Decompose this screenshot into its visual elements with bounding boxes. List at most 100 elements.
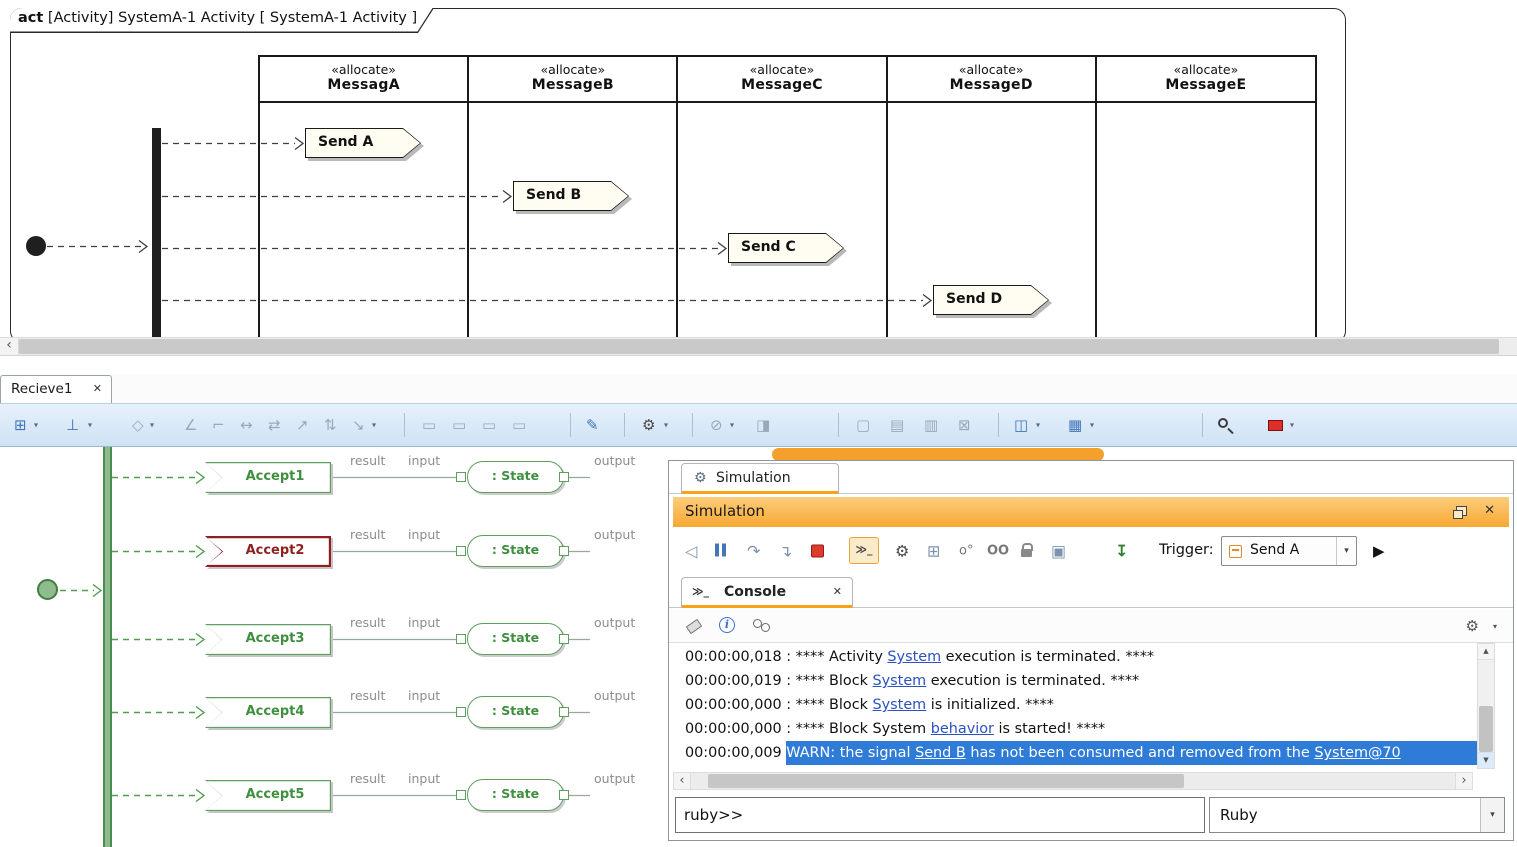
step-back-icon[interactable]: ◁ bbox=[685, 542, 697, 561]
path-direction-icon[interactable]: ↗ bbox=[296, 416, 309, 434]
delete-icon[interactable]: ⊠ bbox=[958, 416, 971, 434]
refresh-icon[interactable]: ◨ bbox=[756, 416, 770, 434]
send-signal-action-a[interactable]: Send A bbox=[305, 128, 421, 158]
accept-event-action-2[interactable]: Accept2 bbox=[205, 536, 331, 567]
align-center-icon[interactable]: ▭ bbox=[452, 416, 466, 434]
clipboard-icon[interactable]: ▤ bbox=[890, 416, 904, 434]
link-system[interactable]: System bbox=[887, 649, 941, 665]
paste-special-icon[interactable]: ▥ bbox=[924, 416, 938, 434]
input-pin[interactable] bbox=[456, 707, 466, 717]
dropdown-caret-icon[interactable]: ▾ bbox=[1090, 421, 1094, 430]
route-options-icon[interactable]: ↘ bbox=[352, 416, 365, 434]
pause-icon[interactable] bbox=[715, 542, 729, 561]
tab-recieve1[interactable]: Recieve1 ✕ bbox=[0, 375, 112, 403]
link-system[interactable]: System bbox=[873, 673, 927, 689]
filter-icon[interactable] bbox=[753, 619, 773, 633]
input-pin[interactable] bbox=[456, 790, 466, 800]
stop-icon[interactable] bbox=[811, 545, 824, 558]
accept-event-action-1[interactable]: Accept1 bbox=[205, 462, 331, 493]
console-output[interactable]: 00:00:00,018 : **** Activity System exec… bbox=[671, 643, 1478, 769]
scroll-left-button[interactable]: ‹ bbox=[674, 773, 691, 789]
float-window-icon[interactable] bbox=[1456, 506, 1467, 516]
fork-node[interactable] bbox=[152, 128, 161, 337]
layout-icon[interactable]: ⊥ bbox=[66, 416, 79, 434]
input-pin[interactable] bbox=[456, 546, 466, 556]
scroll-left-button[interactable]: ‹ bbox=[0, 338, 19, 355]
console-prompt-input[interactable] bbox=[675, 797, 1205, 833]
dropdown-caret-icon[interactable]: ▾ bbox=[372, 421, 376, 430]
scrollbar-thumb[interactable] bbox=[708, 774, 1184, 788]
link-system-instance[interactable]: System@70 bbox=[1314, 745, 1400, 761]
send-signal-action-c[interactable]: Send C bbox=[728, 233, 844, 263]
show-hide-icon[interactable]: ⊘ bbox=[710, 416, 723, 434]
accept-event-action-3[interactable]: Accept3 bbox=[205, 624, 331, 655]
window-split-icon[interactable]: ◫ bbox=[1014, 416, 1028, 434]
play-icon[interactable]: ▶ bbox=[1373, 542, 1385, 560]
state-action-5[interactable]: : State bbox=[467, 779, 564, 811]
lock-icon[interactable] bbox=[1021, 549, 1032, 557]
step-into-icon[interactable]: ↴ bbox=[779, 542, 792, 561]
link-send-b[interactable]: Send B bbox=[915, 745, 966, 761]
oblique-path-icon[interactable]: ↔ bbox=[240, 416, 253, 434]
console-terminal-icon[interactable]: ≫_ bbox=[849, 537, 879, 564]
dropdown-caret-icon[interactable]: ▾ bbox=[88, 421, 92, 430]
clear-console-icon[interactable] bbox=[686, 619, 703, 634]
dropdown-caret-icon[interactable]: ▾ bbox=[1290, 421, 1294, 430]
send-signal-action-d[interactable]: Send D bbox=[933, 285, 1049, 315]
debug-tree-icon[interactable]: ⊞ bbox=[927, 542, 940, 561]
tab-console[interactable]: ≫_ Console ✕ bbox=[681, 577, 853, 608]
dropdown-caret-icon[interactable]: ▾ bbox=[150, 421, 154, 430]
output-pin[interactable] bbox=[559, 546, 569, 556]
step-over-icon[interactable]: ↷ bbox=[747, 542, 760, 561]
close-icon[interactable]: ✕ bbox=[833, 585, 842, 598]
color-swatch-icon[interactable] bbox=[1268, 420, 1283, 431]
path-angle-icon[interactable]: ∠ bbox=[184, 416, 197, 434]
scroll-down-button[interactable]: ▼ bbox=[1478, 752, 1494, 768]
state-action-4[interactable]: : State bbox=[467, 696, 564, 728]
output-pin[interactable] bbox=[559, 707, 569, 717]
animation-icon[interactable]: OO bbox=[987, 544, 1009, 559]
info-icon[interactable]: i bbox=[719, 617, 735, 633]
accept-event-action-5[interactable]: Accept5 bbox=[205, 780, 331, 811]
zoom-icon[interactable] bbox=[1218, 418, 1228, 428]
dropdown-caret-icon[interactable]: ▾ bbox=[664, 421, 668, 430]
trigger-select[interactable]: Send A ▾ bbox=[1221, 536, 1357, 566]
snapshot-icon[interactable]: ▣ bbox=[1051, 542, 1066, 561]
edit-note-icon[interactable]: ✎ bbox=[586, 416, 599, 434]
align-right-icon[interactable]: ▭ bbox=[482, 416, 496, 434]
diagram-tree-icon[interactable]: ⊞ bbox=[14, 416, 27, 434]
reset-paths-icon[interactable]: ⇅ bbox=[324, 416, 337, 434]
input-pin[interactable] bbox=[456, 634, 466, 644]
accept-event-action-4[interactable]: Accept4 bbox=[205, 697, 331, 728]
close-icon[interactable]: ✕ bbox=[1484, 503, 1495, 518]
dropdown-caret-icon[interactable]: ▾ bbox=[1493, 622, 1497, 631]
path-style-icon[interactable]: ◇ bbox=[132, 416, 144, 434]
scrollbar-thumb[interactable] bbox=[19, 339, 1499, 354]
language-select[interactable]: Ruby ▾ bbox=[1209, 797, 1505, 833]
console-options-gear-icon[interactable]: ⚙ bbox=[1466, 617, 1479, 635]
output-pin[interactable] bbox=[559, 634, 569, 644]
distribute-icon[interactable]: ▭ bbox=[512, 416, 526, 434]
dropdown-caret-icon[interactable]: ▾ bbox=[34, 421, 38, 430]
rectilinear-path-icon[interactable]: ⌐ bbox=[212, 416, 225, 434]
scroll-right-button[interactable]: › bbox=[1455, 773, 1472, 789]
diagram-settings-gear-icon[interactable]: ⚙ bbox=[642, 416, 655, 434]
close-icon[interactable]: ✕ bbox=[93, 382, 102, 395]
breakpoints-icon[interactable]: o° bbox=[959, 544, 973, 559]
swap-link-ends-icon[interactable]: ⇄ bbox=[268, 416, 281, 434]
input-pin[interactable] bbox=[456, 472, 466, 482]
send-signal-action-b[interactable]: Send B bbox=[513, 181, 629, 211]
initial-node[interactable] bbox=[26, 236, 46, 256]
simulation-header-bar[interactable]: Simulation ✕ bbox=[673, 497, 1509, 527]
tab-simulation[interactable]: ⚙ Simulation bbox=[681, 463, 839, 494]
settings-gear-icon[interactable]: ⚙ bbox=[895, 542, 909, 561]
state-action-3[interactable]: : State bbox=[467, 623, 564, 655]
chevron-down-icon[interactable]: ▾ bbox=[1336, 537, 1356, 565]
scroll-up-button[interactable]: ▲ bbox=[1478, 644, 1494, 660]
dropdown-caret-icon[interactable]: ▾ bbox=[730, 421, 734, 430]
scrollbar-thumb[interactable] bbox=[1479, 706, 1493, 752]
state-action-1[interactable]: : State bbox=[467, 461, 564, 493]
table-view-icon[interactable]: ▦ bbox=[1068, 416, 1082, 434]
export-log-icon[interactable]: ↧ bbox=[1115, 542, 1128, 561]
link-system[interactable]: System bbox=[873, 697, 927, 713]
